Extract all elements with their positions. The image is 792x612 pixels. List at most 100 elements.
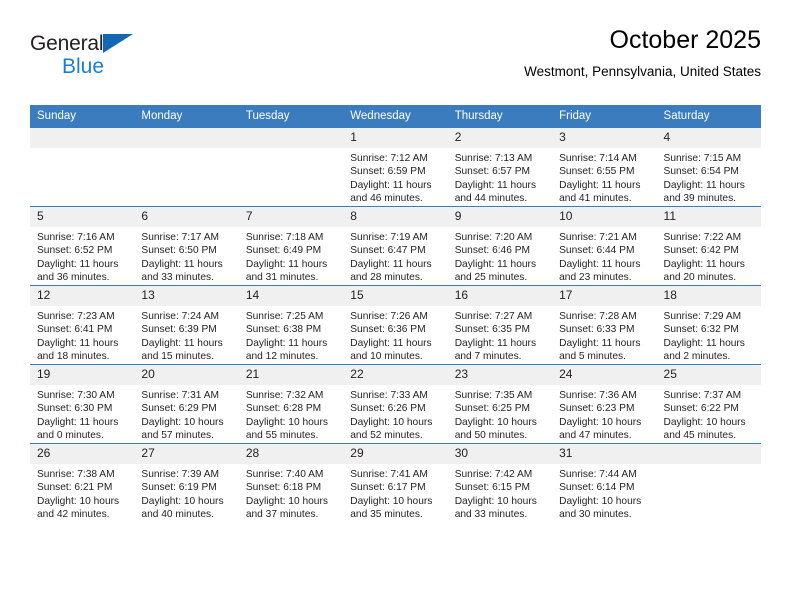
- sunset-text: Sunset: 6:35 PM: [454, 324, 531, 336]
- day-number: 25: [656, 365, 761, 385]
- daylight-text: Daylight: 10 hours and 50 minutes.: [454, 416, 537, 442]
- calendar-day-cell[interactable]: 4 Sunrise: 7:15 AM Sunset: 6:54 PM Daylight…: [656, 127, 761, 207]
- calendar-day-cell-empty: [656, 443, 761, 522]
- calendar-body: 1 Sunrise: 7:12 AM Sunset: 6:59 PM Daylight…: [30, 127, 761, 522]
- day-details: Sunrise: 7:23 AM Sunset: 6:41 PM Daylight:…: [30, 306, 134, 364]
- day-details: Sunrise: 7:42 AM Sunset: 6:15 PM Daylight:…: [448, 464, 552, 522]
- sunrise-text: Sunrise: 7:38 AM: [37, 469, 115, 480]
- calendar-day-cell[interactable]: 10 Sunrise: 7:21 AM Sunset: 6:44 PM Dayligh…: [552, 206, 657, 286]
- calendar-day-cell[interactable]: 27 Sunrise: 7:39 AM Sunset: 6:19 PM Dayligh…: [134, 443, 239, 522]
- calendar-day-cell[interactable]: 29 Sunrise: 7:41 AM Sunset: 6:17 PM Dayligh…: [343, 443, 448, 522]
- calendar-day-cell[interactable]: 16 Sunrise: 7:27 AM Sunset: 6:35 PM Dayligh…: [447, 285, 553, 365]
- calendar-day-cell[interactable]: 19 Sunrise: 7:30 AM Sunset: 6:30 PM Dayligh…: [30, 364, 135, 444]
- sunset-text: Sunset: 6:57 PM: [454, 166, 531, 178]
- day-number: 30: [447, 444, 553, 464]
- sunrise-text: Sunrise: 7:35 AM: [454, 390, 533, 401]
- calendar-day-cell[interactable]: 2 Sunrise: 7:13 AM Sunset: 6:57 PM Daylight…: [447, 127, 553, 207]
- daylight-text: Daylight: 11 hours and 33 minutes.: [141, 258, 223, 284]
- daylight-text: Daylight: 11 hours and 39 minutes.: [663, 179, 745, 205]
- day-number: 4: [656, 128, 761, 148]
- sunset-text: Sunset: 6:42 PM: [663, 245, 739, 257]
- sunset-text: Sunset: 6:38 PM: [245, 324, 322, 336]
- day-details: Sunrise: 7:40 AM Sunset: 6:18 PM Daylight:…: [239, 464, 343, 522]
- sunrise-text: Sunrise: 7:33 AM: [350, 390, 428, 401]
- sunset-text: Sunset: 6:54 PM: [663, 166, 739, 178]
- sunset-text: Sunset: 6:44 PM: [559, 245, 635, 257]
- calendar-day-cell[interactable]: 6 Sunrise: 7:17 AM Sunset: 6:50 PM Daylight…: [134, 206, 239, 286]
- day-details: Sunrise: 7:16 AM Sunset: 6:52 PM Daylight:…: [30, 227, 134, 285]
- daylight-text: Daylight: 11 hours and 10 minutes.: [350, 337, 432, 363]
- calendar-day-cell[interactable]: 23 Sunrise: 7:35 AM Sunset: 6:25 PM Dayligh…: [447, 364, 553, 444]
- calendar-grid: Sunday Monday Tuesday Wednesday Thursday…: [30, 105, 761, 522]
- sunset-text: Sunset: 6:17 PM: [350, 482, 426, 494]
- daylight-text: Daylight: 10 hours and 35 minutes.: [350, 495, 433, 521]
- generalblue-logo[interactable]: General Blue: [30, 32, 160, 80]
- sunset-text: Sunset: 6:46 PM: [454, 245, 531, 257]
- daylight-text: Daylight: 11 hours and 23 minutes.: [559, 258, 641, 284]
- calendar-day-cell[interactable]: 5 Sunrise: 7:16 AM Sunset: 6:52 PM Daylight…: [30, 206, 135, 286]
- calendar-day-cell[interactable]: 30 Sunrise: 7:42 AM Sunset: 6:15 PM Dayligh…: [447, 443, 553, 522]
- day-number: 1: [343, 128, 448, 148]
- day-number: [656, 444, 761, 464]
- calendar-day-cell[interactable]: 24 Sunrise: 7:36 AM Sunset: 6:23 PM Dayligh…: [552, 364, 657, 444]
- sunrise-text: Sunrise: 7:27 AM: [454, 311, 533, 322]
- sunset-text: Sunset: 6:18 PM: [245, 482, 322, 494]
- sunrise-text: Sunrise: 7:37 AM: [663, 390, 742, 401]
- day-details: Sunrise: 7:27 AM Sunset: 6:35 PM Daylight:…: [448, 306, 552, 364]
- day-number: 15: [343, 286, 448, 306]
- calendar-day-cell[interactable]: 8 Sunrise: 7:19 AM Sunset: 6:47 PM Daylight…: [343, 206, 448, 286]
- sunset-text: Sunset: 6:36 PM: [350, 324, 426, 336]
- calendar-day-cell-empty: [238, 127, 344, 207]
- calendar-day-cell[interactable]: 7 Sunrise: 7:18 AM Sunset: 6:49 PM Daylight…: [238, 206, 344, 286]
- sunrise-text: Sunrise: 7:24 AM: [141, 311, 220, 322]
- calendar-day-cell[interactable]: 11 Sunrise: 7:22 AM Sunset: 6:42 PM Dayligh…: [656, 206, 761, 286]
- calendar-day-cell[interactable]: 21 Sunrise: 7:32 AM Sunset: 6:28 PM Dayligh…: [238, 364, 344, 444]
- calendar-week-row: 5 Sunrise: 7:16 AM Sunset: 6:52 PM Daylight…: [30, 206, 761, 286]
- sunrise-text: Sunrise: 7:18 AM: [245, 232, 324, 243]
- calendar-day-cell[interactable]: 14 Sunrise: 7:25 AM Sunset: 6:38 PM Dayligh…: [238, 285, 344, 365]
- sunrise-text: Sunrise: 7:39 AM: [141, 469, 220, 480]
- calendar-day-cell[interactable]: 25 Sunrise: 7:37 AM Sunset: 6:22 PM Dayligh…: [656, 364, 761, 444]
- daylight-text: Daylight: 11 hours and 20 minutes.: [663, 258, 745, 284]
- sunset-text: Sunset: 6:26 PM: [350, 403, 426, 415]
- calendar-day-cell[interactable]: 3 Sunrise: 7:14 AM Sunset: 6:55 PM Daylight…: [552, 127, 657, 207]
- day-details: Sunrise: 7:26 AM Sunset: 6:36 PM Daylight:…: [343, 306, 447, 364]
- calendar-day-cell[interactable]: 15 Sunrise: 7:26 AM Sunset: 6:36 PM Dayligh…: [343, 285, 448, 365]
- day-details: Sunrise: 7:30 AM Sunset: 6:30 PM Daylight:…: [30, 385, 134, 443]
- day-number: 12: [30, 286, 135, 306]
- day-number: 20: [134, 365, 239, 385]
- calendar-day-cell[interactable]: 1 Sunrise: 7:12 AM Sunset: 6:59 PM Daylight…: [343, 127, 448, 207]
- day-number: 18: [656, 286, 761, 306]
- calendar-day-cell-empty: [30, 127, 135, 207]
- day-number: 9: [447, 207, 553, 227]
- calendar-day-cell[interactable]: 26 Sunrise: 7:38 AM Sunset: 6:21 PM Dayligh…: [30, 443, 135, 522]
- daylight-text: Daylight: 11 hours and 0 minutes.: [37, 416, 119, 442]
- logo-top-row: General: [30, 32, 160, 56]
- daylight-text: Daylight: 10 hours and 57 minutes.: [141, 416, 224, 442]
- sunrise-text: Sunrise: 7:26 AM: [350, 311, 428, 322]
- daylight-text: Daylight: 11 hours and 28 minutes.: [350, 258, 432, 284]
- calendar-day-cell[interactable]: 9 Sunrise: 7:20 AM Sunset: 6:46 PM Daylight…: [447, 206, 553, 286]
- calendar-day-cell[interactable]: 17 Sunrise: 7:28 AM Sunset: 6:33 PM Dayligh…: [552, 285, 657, 365]
- sunrise-text: Sunrise: 7:20 AM: [454, 232, 533, 243]
- daylight-text: Daylight: 10 hours and 47 minutes.: [559, 416, 642, 442]
- weekday-saturday: Saturday: [656, 105, 761, 128]
- day-details: Sunrise: 7:44 AM Sunset: 6:14 PM Daylight:…: [552, 464, 656, 522]
- day-details: Sunrise: 7:24 AM Sunset: 6:39 PM Daylight:…: [134, 306, 238, 364]
- calendar-day-cell[interactable]: 22 Sunrise: 7:33 AM Sunset: 6:26 PM Dayligh…: [343, 364, 448, 444]
- calendar-week-row: 19 Sunrise: 7:30 AM Sunset: 6:30 PM Dayligh…: [30, 364, 761, 444]
- calendar-day-cell[interactable]: 28 Sunrise: 7:40 AM Sunset: 6:18 PM Dayligh…: [238, 443, 344, 522]
- daylight-text: Daylight: 11 hours and 15 minutes.: [141, 337, 223, 363]
- calendar-day-cell[interactable]: 18 Sunrise: 7:29 AM Sunset: 6:32 PM Dayligh…: [656, 285, 761, 365]
- calendar-day-cell[interactable]: 13 Sunrise: 7:24 AM Sunset: 6:39 PM Dayligh…: [134, 285, 239, 365]
- day-details: Sunrise: 7:14 AM Sunset: 6:55 PM Daylight:…: [552, 148, 656, 206]
- calendar-day-cell[interactable]: 20 Sunrise: 7:31 AM Sunset: 6:29 PM Dayligh…: [134, 364, 239, 444]
- calendar-day-cell[interactable]: 12 Sunrise: 7:23 AM Sunset: 6:41 PM Dayligh…: [30, 285, 135, 365]
- daylight-text: Daylight: 10 hours and 40 minutes.: [141, 495, 224, 521]
- daylight-text: Daylight: 10 hours and 33 minutes.: [454, 495, 537, 521]
- sunrise-text: Sunrise: 7:40 AM: [245, 469, 324, 480]
- weekday-monday: Monday: [134, 105, 239, 128]
- calendar-day-cell[interactable]: 31 Sunrise: 7:44 AM Sunset: 6:14 PM Dayligh…: [552, 443, 657, 522]
- page-title: October 2025: [609, 26, 762, 54]
- day-details: Sunrise: 7:33 AM Sunset: 6:26 PM Daylight:…: [343, 385, 447, 443]
